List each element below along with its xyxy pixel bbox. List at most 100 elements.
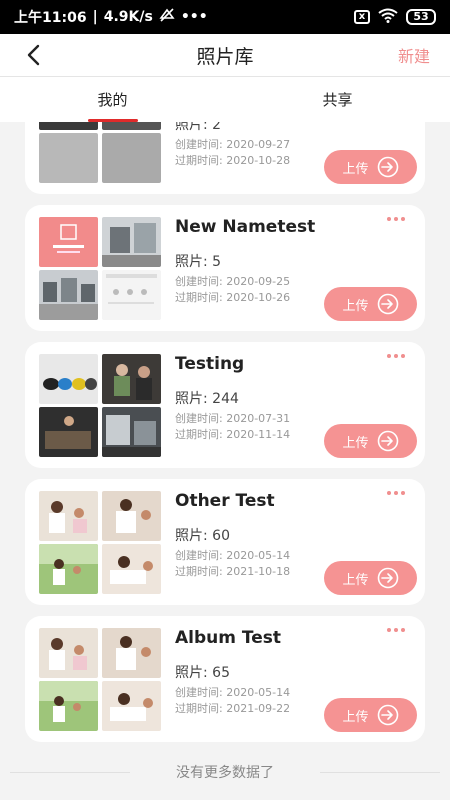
status-separator: | — [92, 9, 98, 25]
upload-button[interactable]: 上传 — [324, 424, 417, 458]
created-date: 创建时间: 2020-09-25 — [175, 275, 291, 288]
more-dot — [401, 628, 405, 632]
more-options-button[interactable] — [387, 354, 405, 358]
album-title: Album Test — [175, 628, 282, 648]
photo-count: 照片: 65 — [175, 665, 230, 681]
album-thumbnail — [102, 407, 161, 457]
footer-divider-left — [10, 772, 130, 773]
more-options-button[interactable] — [387, 491, 405, 495]
more-dot — [394, 628, 398, 632]
created-date: 创建时间: 2020-05-14 — [175, 549, 291, 562]
photo-count: 照片: 60 — [175, 528, 230, 544]
app-header: 照片库 新建 — [0, 34, 450, 76]
upload-label: 上传 — [342, 161, 369, 177]
photo-count: 照片: 5 — [175, 254, 222, 270]
album-card[interactable]: Testing 照片: 244 创建时间: 2020-07-31 过期时间: 2… — [25, 342, 425, 468]
album-thumbnail — [39, 133, 98, 183]
expire-date: 过期时间: 2020-10-28 — [175, 154, 291, 167]
photo-count: 照片: 2 — [175, 122, 222, 133]
album-thumbnail — [102, 354, 161, 404]
album-thumbnail — [102, 544, 161, 594]
album-title: New Nametest — [175, 217, 316, 237]
album-thumbnail — [102, 133, 161, 183]
created-date: 创建时间: 2020-07-31 — [175, 412, 291, 425]
more-dot — [387, 491, 391, 495]
more-dot — [401, 491, 405, 495]
more-options-button[interactable] — [387, 628, 405, 632]
upload-button[interactable]: 上传 — [324, 150, 417, 184]
more-dot — [387, 628, 391, 632]
expire-date: 过期时间: 2020-11-14 — [175, 428, 291, 441]
album-thumbnail — [102, 217, 161, 267]
upload-button[interactable]: 上传 — [324, 698, 417, 732]
album-title: Other Test — [175, 491, 275, 511]
more-dot — [394, 354, 398, 358]
album-thumbnail — [102, 122, 161, 130]
arrow-circle-right-icon — [377, 156, 399, 178]
album-thumbnail — [102, 491, 161, 541]
more-dot — [401, 354, 405, 358]
status-more-dots: ••• — [180, 9, 208, 25]
expire-date: 过期时间: 2020-10-26 — [175, 291, 291, 304]
album-thumbnail — [39, 628, 98, 678]
album-thumbnails — [39, 491, 161, 594]
more-dot — [394, 491, 398, 495]
album-list[interactable]: 照片: 2 创建时间: 2020-09-27 过期时间: 2020-10-28 … — [0, 122, 450, 752]
no-more-data-text: 没有更多数据了 — [176, 765, 274, 781]
upload-label: 上传 — [342, 298, 369, 314]
upload-label: 上传 — [342, 572, 369, 588]
album-thumbnails — [39, 354, 161, 457]
created-date: 创建时间: 2020-05-14 — [175, 686, 291, 699]
page-title: 照片库 — [196, 45, 254, 68]
album-thumbnails — [39, 122, 161, 183]
upload-button[interactable]: 上传 — [324, 287, 417, 321]
more-dot — [401, 217, 405, 221]
album-thumbnail — [39, 407, 98, 457]
more-dot — [394, 217, 398, 221]
album-thumbnail — [39, 217, 98, 267]
album-thumbnail — [39, 681, 98, 731]
status-speed: 4.9K/s — [103, 9, 153, 25]
album-card[interactable]: Other Test 照片: 60 创建时间: 2020-05-14 过期时间:… — [25, 479, 425, 605]
status-bar: 上午11:06 | 4.9K/s ••• x 53 — [0, 0, 450, 34]
album-thumbnail — [39, 122, 98, 130]
new-album-button[interactable]: 新建 — [398, 43, 430, 67]
arrow-circle-right-icon — [377, 430, 399, 452]
back-button[interactable] — [18, 40, 48, 70]
upload-label: 上传 — [342, 435, 369, 451]
album-thumbnail — [39, 354, 98, 404]
expire-date: 过期时间: 2021-09-22 — [175, 702, 291, 715]
album-thumbnail — [39, 544, 98, 594]
album-thumbnail — [39, 270, 98, 320]
album-card[interactable]: Album Test 照片: 65 创建时间: 2020-05-14 过期时间:… — [25, 616, 425, 742]
tab-shared[interactable]: 共享 — [225, 77, 450, 122]
photo-count: 照片: 244 — [175, 391, 239, 407]
more-options-button[interactable] — [387, 217, 405, 221]
footer-divider-right — [320, 772, 440, 773]
status-time: 上午11:06 — [14, 10, 87, 26]
upload-label: 上传 — [342, 709, 369, 725]
upload-button[interactable]: 上传 — [324, 561, 417, 595]
expire-date: 过期时间: 2021-10-18 — [175, 565, 291, 578]
arrow-circle-right-icon — [377, 293, 399, 315]
created-date: 创建时间: 2020-09-27 — [175, 138, 291, 151]
more-dot — [387, 217, 391, 221]
tab-bar: 我的 共享 — [0, 76, 450, 122]
album-thumbnails — [39, 628, 161, 731]
album-thumbnail — [102, 628, 161, 678]
battery-icon: 53 — [406, 9, 436, 25]
notification-muted-icon — [159, 8, 175, 26]
album-thumbnail — [102, 270, 161, 320]
album-title: Testing — [175, 354, 245, 374]
arrow-circle-right-icon — [377, 704, 399, 726]
tab-mine[interactable]: 我的 — [0, 77, 225, 122]
album-thumbnails — [39, 217, 161, 320]
wifi-icon — [378, 8, 398, 27]
album-card[interactable]: New Nametest 照片: 5 创建时间: 2020-09-25 过期时间… — [25, 205, 425, 331]
album-card[interactable]: 照片: 2 创建时间: 2020-09-27 过期时间: 2020-10-28 … — [25, 122, 425, 194]
no-sim-icon: x — [354, 10, 370, 24]
more-dot — [387, 354, 391, 358]
tab-mine-label: 我的 — [97, 91, 128, 109]
chevron-left-icon — [27, 44, 40, 66]
album-thumbnail — [102, 681, 161, 731]
